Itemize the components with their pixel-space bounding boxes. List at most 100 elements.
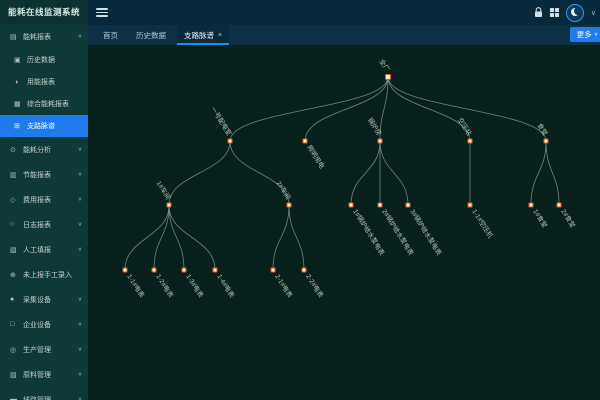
sidebar-item-未上报手工录入[interactable]: ⊕未上报手工录入 [0, 262, 88, 287]
tree-node-1#锅炉给水泵电表[interactable] [349, 203, 353, 207]
sidebar-item-label: 采集设备 [23, 295, 76, 305]
tree-node-label: 1-2#电表 [154, 272, 176, 299]
tree-link [169, 205, 184, 270]
sidebar-item-线路管理[interactable]: ▬线路管理∨ [0, 387, 88, 400]
tree-link [169, 141, 230, 205]
tree-link [531, 141, 546, 205]
sidebar-item-采集设备[interactable]: ●采集设备∨ [0, 287, 88, 312]
user-avatar[interactable] [566, 4, 584, 22]
tree-node-1#食堂[interactable] [529, 203, 533, 207]
sidebar-item-用能报表[interactable]: ◑ 用能报表 [0, 71, 88, 93]
tab-历史数据[interactable]: 历史数据 [129, 25, 173, 45]
tree-node-label: 2-2#电表 [304, 272, 326, 299]
topology-tree: 全厂一号配电室1#车间1-1#电表1-2#电表1-3#电表1-4#电表2#车间2… [88, 45, 600, 400]
sidebar-item-label: 能耗报表 [23, 32, 76, 42]
sidebar-item-节能报表[interactable]: ▥节能报表∨ [0, 162, 88, 187]
tree-link [546, 141, 559, 205]
tree-node-1-2#电表[interactable] [152, 268, 156, 272]
tree-link [351, 141, 380, 205]
composite-icon: ▦ [14, 100, 23, 108]
tree-node-label: 1-3#电表 [184, 272, 206, 299]
tab-支路脉谱[interactable]: 支路脉谱 × [177, 25, 229, 45]
sidebar-item-label: 用能报表 [27, 77, 82, 87]
tree-node-1-3#电表[interactable] [182, 268, 186, 272]
tab-label: 首页 [103, 30, 118, 41]
tab-label: 历史数据 [136, 30, 166, 41]
sidebar-item-label: 生产管理 [23, 345, 76, 355]
tree-node-2-2#电表[interactable] [302, 268, 306, 272]
sidebar-item-label: 能耗分析 [23, 145, 76, 155]
tree-node-照明用电[interactable] [303, 139, 307, 143]
lock-icon[interactable] [534, 7, 543, 18]
tree-node-3#锅炉给水泵电表[interactable] [406, 203, 410, 207]
chevron-down-icon: ∨ [78, 222, 82, 228]
chevron-down-icon: ∨ [594, 32, 598, 38]
tree-node-2#食堂[interactable] [557, 203, 561, 207]
tree-link [289, 205, 304, 270]
sidebar-item-label: 企业设备 [23, 320, 76, 330]
sidebar-item-label: 线路管理 [23, 395, 76, 400]
tree-node-label: 照明用电 [305, 143, 327, 170]
tree-link [380, 141, 408, 205]
tree-node-label: 2-1#电表 [273, 272, 295, 299]
tree-node-2#锅炉给水泵电表[interactable] [378, 203, 382, 207]
tab-close-icon[interactable]: × [218, 32, 222, 39]
chevron-down-icon: ∨ [78, 322, 82, 328]
tab-label: 支路脉谱 [184, 30, 214, 41]
tree-node-2-1#电表[interactable] [271, 268, 275, 272]
tree-node-一号配电室[interactable] [228, 139, 232, 143]
more-button[interactable]: 更多 ∨ [570, 27, 600, 42]
app-window: 能耗在线监测系统 ▤能耗报表∧▣历史数据◑用能报表▦综合能耗报表⊞支路脉谱⊙能耗… [0, 0, 600, 400]
sidebar-item-生产管理[interactable]: ◎生产管理∨ [0, 337, 88, 362]
sidebar-item-日志报表[interactable]: ○日志报表∨ [0, 212, 88, 237]
sidebar-item-支路脉谱[interactable]: ⊞支路脉谱 [0, 115, 88, 137]
tree-link [230, 77, 388, 141]
log-icon: ○ [10, 221, 19, 228]
sidebar-item-原料管理[interactable]: ▨原料管理∨ [0, 362, 88, 387]
tree-node-label: 一号配电室 [209, 105, 234, 138]
tree-node-食堂[interactable] [544, 139, 548, 143]
chevron-down-icon: ∨ [78, 147, 82, 153]
saving-icon: ▥ [10, 171, 19, 179]
collector-icon: ● [10, 296, 19, 303]
tree-node-label: 1#锅炉给水泵电表 [351, 207, 387, 257]
sidebar-item-人工填报[interactable]: ▧人工填报∨ [0, 237, 88, 262]
sidebar-item-企业设备[interactable]: □企业设备∨ [0, 312, 88, 337]
sidebar-item-能耗报表[interactable]: ▤能耗报表∧ [0, 24, 88, 49]
chevron-down-icon: ∨ [78, 247, 82, 253]
sidebar-item-label: 历史数据 [27, 55, 82, 65]
tree-node-全厂[interactable] [386, 75, 391, 80]
production-icon: ◎ [10, 346, 19, 354]
header: ∨ [88, 0, 600, 25]
tree-node-1-1#空压机[interactable] [468, 203, 472, 207]
sidebar: 能耗在线监测系统 ▤能耗报表∧▣历史数据◑用能报表▦综合能耗报表⊞支路脉谱⊙能耗… [0, 0, 88, 400]
chevron-down-icon[interactable]: ∨ [591, 9, 596, 17]
tree-labels: 全厂一号配电室1#车间1-1#电表1-2#电表1-3#电表1-4#电表2#车间2… [125, 57, 578, 299]
tree-node-2#车间[interactable] [287, 203, 291, 207]
tree-link [125, 205, 169, 270]
tree-node-label: 2#食堂 [559, 207, 578, 229]
tab-list: 首页 历史数据 支路脉谱 × [88, 25, 229, 45]
tree-node-1#车间[interactable] [167, 203, 171, 207]
tree-node-锅炉房[interactable] [378, 139, 382, 143]
tree-link [154, 205, 169, 270]
header-actions: ∨ [534, 4, 600, 22]
sidebar-item-能耗分析[interactable]: ⊙能耗分析∨ [0, 137, 88, 162]
tree-node-1-1#电表[interactable] [123, 268, 127, 272]
manual-icon: ▧ [10, 246, 19, 254]
tree-canvas: 全厂一号配电室1#车间1-1#电表1-2#电表1-3#电表1-4#电表2#车间2… [88, 45, 600, 400]
energy-icon: ◑ [14, 79, 23, 86]
hamburger-icon[interactable] [96, 8, 108, 17]
sidebar-item-综合能耗报表[interactable]: ▦综合能耗报表 [0, 93, 88, 115]
tree-node-1-4#电表[interactable] [213, 268, 217, 272]
line-icon: ▬ [10, 396, 19, 400]
chevron-up-icon: ∧ [78, 34, 82, 40]
more-button-label: 更多 [577, 29, 592, 40]
tab-首页[interactable]: 首页 [96, 25, 125, 45]
sidebar-item-费用报表[interactable]: ◇费用报表∨ [0, 187, 88, 212]
apps-grid-icon[interactable] [550, 8, 559, 17]
sidebar-item-历史数据[interactable]: ▣历史数据 [0, 49, 88, 71]
cost-icon: ◇ [10, 196, 19, 204]
sidebar-item-label: 未上报手工录入 [23, 270, 82, 280]
tree-node-空压站[interactable] [468, 139, 472, 143]
